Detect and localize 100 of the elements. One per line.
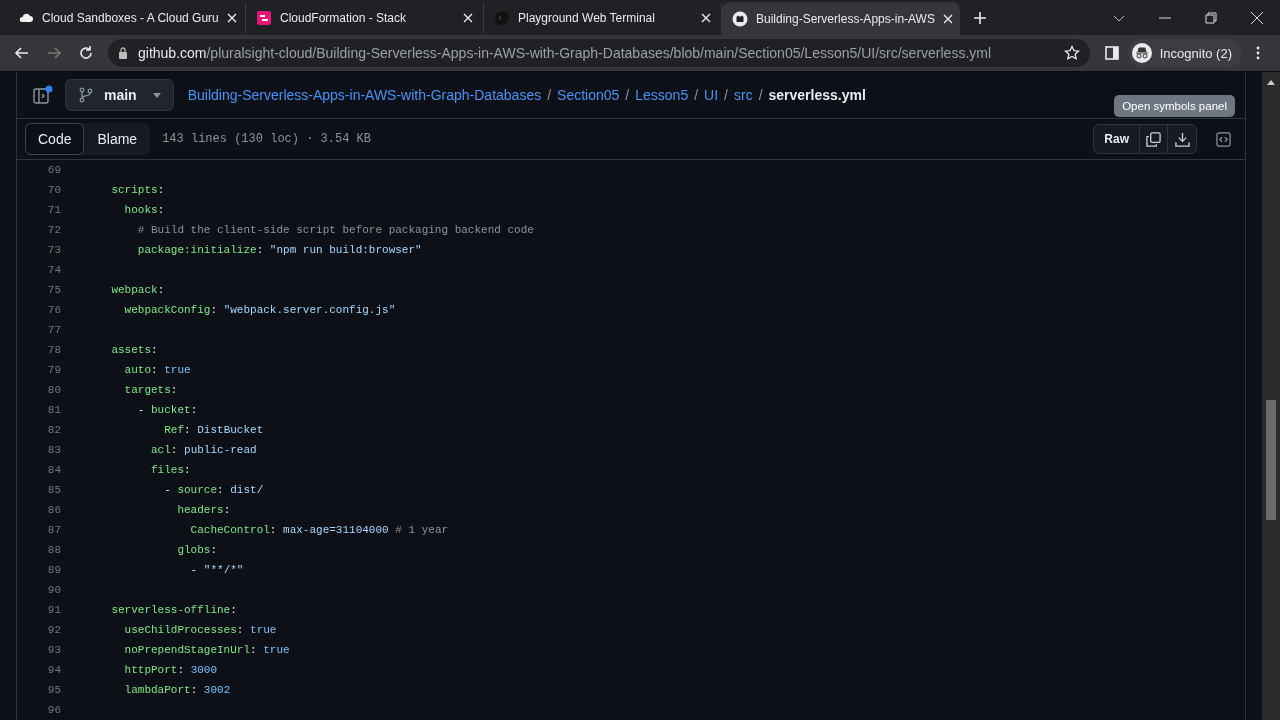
code-string: dist/	[230, 484, 264, 496]
code-icon	[1215, 131, 1231, 147]
line-number: 70	[46, 184, 61, 196]
code-punctuation: :	[157, 284, 165, 296]
line-number: 73	[46, 244, 61, 256]
code-key: serverless-offline	[85, 604, 231, 616]
close-icon[interactable]	[226, 13, 237, 23]
code-punctuation: :	[157, 184, 165, 196]
line-number: 84	[46, 464, 61, 476]
code-punctuation: :	[184, 424, 192, 436]
code-string: "webpack.server.config.js"	[223, 304, 396, 316]
code-key: files	[85, 464, 185, 476]
code-string: "npm run build:browser"	[269, 244, 422, 256]
code-punctuation: -	[189, 564, 199, 576]
close-icon[interactable]	[1251, 12, 1263, 24]
breadcrumb-separator: /	[694, 87, 699, 104]
code-punctuation: :	[170, 384, 178, 396]
line-number: 85	[46, 484, 61, 496]
forward-icon[interactable]	[46, 45, 62, 61]
close-icon[interactable]	[463, 13, 473, 23]
code-key: lambdaPort	[85, 684, 191, 696]
code-punctuation: :	[190, 684, 199, 696]
code-string: max-age=31104000	[283, 524, 389, 536]
code-key: webpack	[85, 284, 158, 296]
line-number: 79	[46, 364, 61, 376]
line-number: 77	[46, 324, 61, 336]
code-punctuation: :	[236, 624, 245, 636]
incognito-icon	[1131, 43, 1152, 63]
caret-icon	[152, 92, 161, 98]
code-constant: true	[263, 644, 290, 656]
view-tab[interactable]: Blame	[84, 123, 151, 156]
code-key: Ref	[85, 424, 185, 436]
code-punctuation: :	[190, 404, 198, 416]
lock-icon	[118, 47, 128, 59]
branch-selector[interactable]: main	[65, 79, 174, 112]
browser-tab[interactable]: Building-Serverless-Apps-in-AWS	[722, 2, 960, 35]
code-punctuation: :	[250, 644, 258, 656]
line-number: 89	[46, 564, 61, 576]
code-string: DistBucket	[197, 424, 264, 436]
line-number: 96	[46, 704, 61, 716]
breadcrumb-separator: /	[547, 87, 552, 104]
scroll-up-icon[interactable]	[1267, 80, 1275, 85]
breadcrumb-link[interactable]: Building-Serverless-Apps-in-AWS-with-Graph-Databases	[187, 87, 542, 104]
code-punctuation: :	[210, 304, 219, 316]
line-number: 69	[46, 164, 61, 176]
code-punctuation: :	[256, 244, 265, 256]
line-number: 93	[46, 644, 61, 656]
code-key: noPrependStageInUrl	[85, 644, 251, 656]
code-comment: # Build the client-side script before packaging backend code	[136, 224, 534, 236]
code-punctuation: :	[223, 504, 231, 516]
code-key: headers	[85, 504, 224, 516]
side-panel-icon[interactable]	[33, 85, 53, 106]
code-punctuation: :	[151, 364, 159, 376]
code-key: globs	[85, 544, 211, 556]
code-punctuation: :	[210, 544, 218, 556]
breadcrumb-link[interactable]: Section05	[557, 87, 620, 104]
new-tab-icon[interactable]	[974, 12, 986, 24]
reload-icon[interactable]	[78, 45, 94, 61]
restore-icon[interactable]	[1205, 12, 1217, 24]
line-number: 91	[46, 604, 61, 616]
back-icon[interactable]	[14, 45, 30, 61]
star-icon[interactable]	[1063, 45, 1080, 61]
code-punctuation: -	[136, 404, 146, 416]
code-string: public-read	[184, 444, 257, 456]
line-number: 88	[46, 544, 61, 556]
line-number: 86	[46, 504, 61, 516]
line-number: 95	[46, 684, 61, 696]
code-key: targets	[85, 384, 171, 396]
code-constant: 3000	[190, 664, 218, 676]
breadcrumb-link[interactable]: UI	[704, 87, 719, 104]
code-comment: # 1 year	[394, 524, 449, 536]
scrollbar-thumb[interactable]	[1266, 400, 1276, 520]
line-number: 81	[46, 404, 61, 416]
breadcrumb-link[interactable]: src	[733, 87, 753, 104]
view-tab[interactable]: Code	[25, 123, 85, 156]
code-key: scripts	[85, 184, 158, 196]
code-punctuation: :	[170, 444, 179, 456]
tab-title: Cloud Sandboxes - A Cloud Guru	[42, 11, 219, 25]
code-constant: true	[164, 364, 191, 376]
code-punctuation: -	[163, 484, 172, 496]
close-icon[interactable]	[701, 13, 711, 23]
code-key: auto	[85, 364, 151, 376]
current-file-name: serverless.yml	[768, 87, 866, 104]
breadcrumb-link[interactable]: Lesson5	[635, 87, 689, 104]
code-key: package:initialize	[85, 244, 257, 256]
code-key: useChildProcesses	[85, 624, 237, 636]
address-bar[interactable]: github.com/pluralsight-cloud/Building-Serverless-Apps-in-AWS-with-Graph-Databases/blob/main/Section05/Lesson5/UI/src/serverless.yml	[108, 39, 1090, 67]
code-punctuation: :	[184, 464, 191, 476]
browser-tab[interactable]: Cloud Sandboxes - A Cloud Guru	[8, 3, 246, 33]
close-icon[interactable]	[942, 13, 953, 24]
profile-button[interactable]: Incognito (2)	[1127, 39, 1242, 67]
code-key: hooks	[85, 204, 158, 216]
line-number: 80	[46, 384, 61, 396]
line-number: 82	[46, 424, 61, 436]
browser-tab[interactable]: CloudFormation - Stack	[246, 3, 484, 33]
download-icon	[1174, 131, 1190, 147]
code-key: webpackConfig	[85, 304, 211, 316]
line-number: 87	[46, 524, 61, 536]
side-panel-icon[interactable]	[1103, 45, 1120, 61]
line-number: 71	[46, 204, 61, 216]
